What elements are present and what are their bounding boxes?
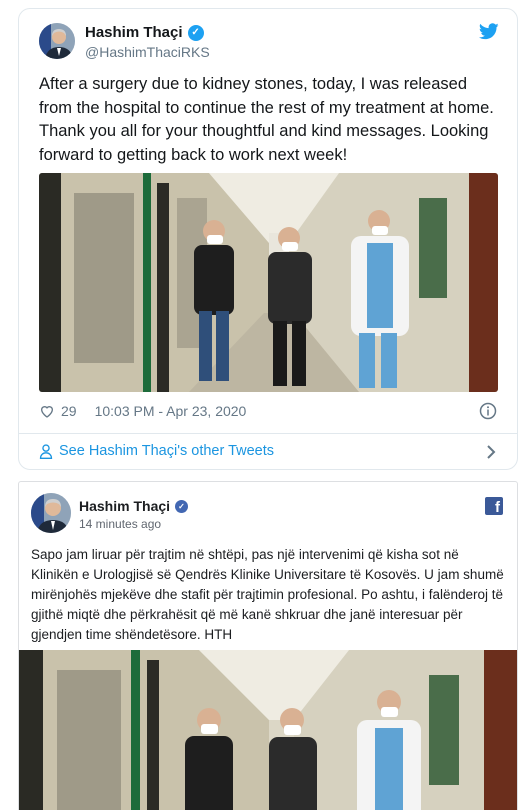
see-other-tweets-label[interactable]: See Hashim Thaçi's other Tweets xyxy=(59,443,274,459)
author-handle[interactable]: @HashimThaciRKS xyxy=(85,44,210,60)
facebook-post-card: Hashim Thaçi ✓ 14 minutes ago f Sapo jam… xyxy=(18,481,518,810)
author-name-text[interactable]: Hashim Thaçi xyxy=(85,24,183,41)
verified-badge-icon: ✓ xyxy=(175,499,189,513)
author-name-text[interactable]: Hashim Thaçi xyxy=(79,498,170,514)
post-photo[interactable] xyxy=(19,650,517,810)
tweet-card: Hashim Thaçi ✓ @HashimThaciRKS After a s… xyxy=(18,8,518,470)
tweet-timestamp[interactable]: 10:03 PM - Apr 23, 2020 xyxy=(95,403,247,419)
tweet-photo[interactable] xyxy=(39,173,498,392)
chevron-right-icon[interactable] xyxy=(485,445,497,459)
post-time[interactable]: 14 minutes ago xyxy=(79,517,161,531)
verified-badge-icon: ✓ xyxy=(187,24,204,41)
like-count[interactable]: 29 xyxy=(61,403,77,419)
author-name[interactable]: Hashim Thaçi ✓ xyxy=(79,498,189,514)
avatar[interactable] xyxy=(39,23,75,59)
see-other-tweets-link[interactable]: See Hashim Thaçi's other Tweets xyxy=(39,443,274,459)
facebook-logo-icon[interactable]: f xyxy=(485,497,503,515)
author-name[interactable]: Hashim Thaçi ✓ xyxy=(85,24,204,41)
twitter-bird-icon[interactable] xyxy=(479,23,499,40)
tweet-meta: 29 10:03 PM - Apr 23, 2020 xyxy=(39,403,246,419)
divider xyxy=(19,433,517,434)
tweet-text: After a surgery due to kidney stones, to… xyxy=(39,75,494,164)
post-text: Sapo jam liruar për trajtim në shtëpi, p… xyxy=(31,547,504,642)
person-icon xyxy=(39,443,53,459)
avatar[interactable] xyxy=(31,493,71,533)
info-icon[interactable] xyxy=(479,402,497,420)
heart-icon[interactable] xyxy=(39,403,55,419)
